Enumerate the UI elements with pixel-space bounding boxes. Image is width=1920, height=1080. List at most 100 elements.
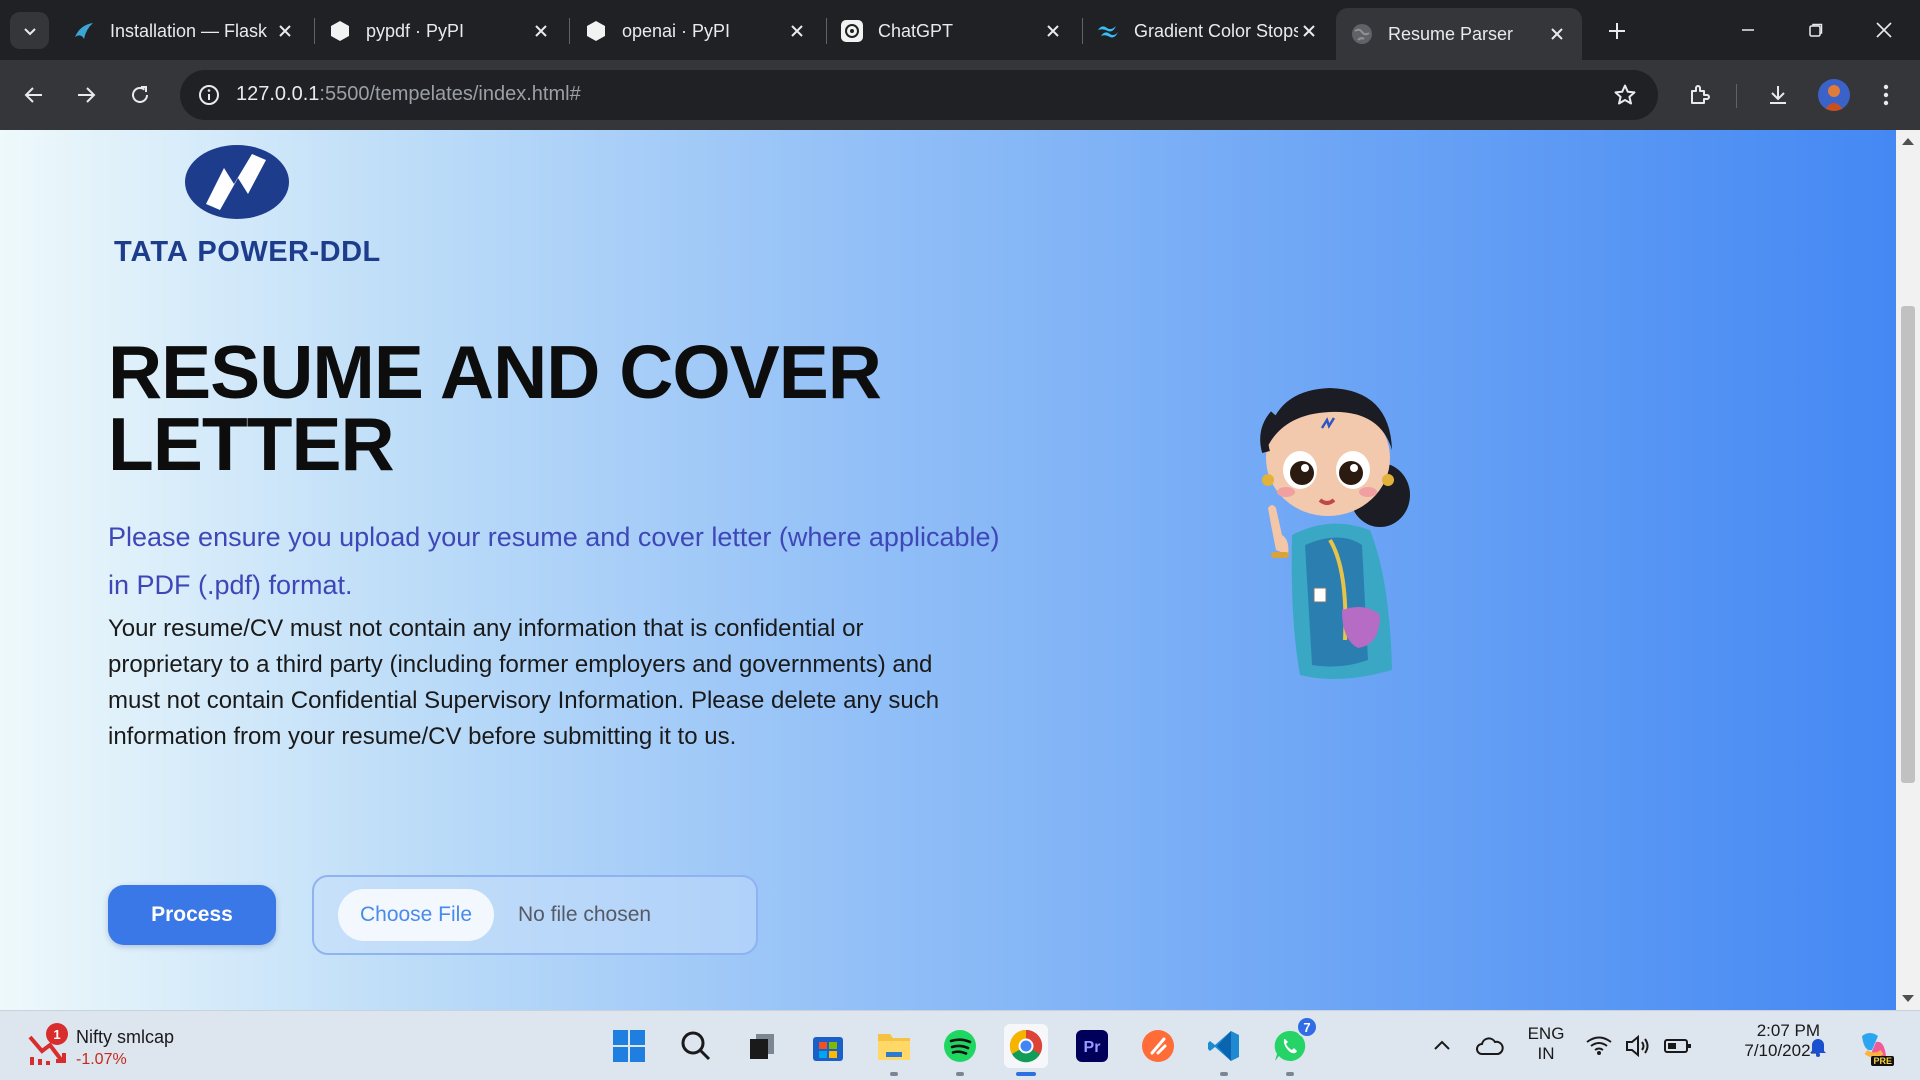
reload-button[interactable] [122,77,158,113]
browser-toolbar: 127.0.0.1:5500/tempelates/index.html# [0,60,1920,130]
widget-title: Nifty smlcap [76,1027,175,1047]
onedrive-button[interactable] [1468,1024,1512,1068]
bell-icon [1810,1039,1826,1057]
logo-brand-rest: POWER-DDL [197,236,381,268]
whatsapp-button[interactable]: 7 [1268,1016,1318,1076]
notifications-button[interactable] [1796,1024,1840,1068]
pdf-format-notice: Please ensure you upload your resume and… [108,522,1000,600]
restore-button[interactable] [1796,12,1836,48]
status-icons [1586,1034,1691,1058]
postman-icon [1142,1030,1174,1062]
tab-title: ChatGPT [878,20,954,41]
puzzle-icon [1691,85,1710,104]
flask-icon [72,19,96,43]
menu-button[interactable] [1868,77,1904,113]
search-button[interactable] [674,1024,718,1068]
vscode-icon [1208,1031,1239,1061]
tab-search-button[interactable] [10,12,49,49]
page-content: TATA POWER-DDL RESUME AND COVER LETTER P… [0,130,1896,1010]
close-tab-icon[interactable] [1042,20,1064,42]
market-widget[interactable]: 1 Nifty smlcap -1.07% [24,1023,264,1071]
svg-text:Pr: Pr [1084,1039,1101,1056]
close-icon [1876,22,1892,38]
back-button[interactable] [16,77,52,113]
avatar-icon [1824,85,1844,111]
close-tab-icon[interactable] [1298,20,1320,42]
page-scrollbar[interactable] [1896,130,1920,1010]
plus-icon [1609,23,1625,39]
tab-openai[interactable]: openai · PyPI [570,8,822,54]
network-volume-battery[interactable] [1580,1024,1700,1068]
extensions-button[interactable] [1682,77,1718,113]
tab-pypdf[interactable]: pypdf · PyPI [314,8,566,54]
tailwind-icon [1096,19,1120,43]
scroll-down-arrow-icon[interactable] [1902,995,1914,1002]
postman-button[interactable] [1136,1024,1180,1068]
close-tab-icon[interactable] [1546,23,1568,45]
windows-taskbar: 1 Nifty smlcap -1.07% Pr 7 ENG IN 2:07 P… [0,1010,1920,1080]
downloads-button[interactable] [1760,77,1796,113]
widget-badge: 1 [46,1023,68,1045]
close-tab-icon[interactable] [786,20,808,42]
confidentiality-notice: Your resume/CV must not contain any info… [108,615,940,750]
copilot-button[interactable]: PRE [1852,1024,1896,1068]
language-code: ENG [1527,1024,1565,1043]
tab-strip: Installation — Flask pypdf · PyPI openai… [0,0,1920,60]
premiere-pro-icon: Pr [1076,1030,1108,1062]
store-icon [813,1037,843,1061]
close-window-button[interactable] [1864,12,1904,48]
url-host: 127.0.0.1 [236,83,320,105]
close-tab-icon[interactable] [530,20,552,42]
pypi-icon [328,19,352,43]
show-hidden-icons-button[interactable] [1420,1024,1464,1068]
premiere-pro-button[interactable]: Pr [1070,1024,1114,1068]
logo-brand-bold: TATA [114,236,189,268]
start-button[interactable] [607,1024,651,1068]
download-icon [1770,86,1786,104]
spotify-button[interactable] [938,1024,982,1076]
page-title: RESUME AND COVER LETTER [108,330,882,486]
address-bar[interactable]: 127.0.0.1:5500/tempelates/index.html# [180,70,1658,120]
logo-text: TATA POWER-DDL [114,236,381,269]
tab-resume-parser[interactable]: Resume Parser [1336,8,1582,60]
forward-button[interactable] [68,77,104,113]
url-text[interactable]: 127.0.0.1:5500/tempelates/index.html# [236,83,581,106]
reload-icon [132,86,148,103]
scroll-up-arrow-icon[interactable] [1902,138,1914,145]
region-code: IN [1537,1044,1555,1063]
microsoft-store-button[interactable] [806,1024,850,1068]
site-info-icon[interactable] [194,80,224,110]
tab-title: openai · PyPI [622,20,731,41]
tab-title: Gradient Color Stops [1134,20,1298,41]
profile-avatar[interactable] [1818,79,1850,111]
tab-flask[interactable]: Installation — Flask [58,8,310,54]
minimize-button[interactable] [1728,12,1768,48]
pypi-icon [584,19,608,43]
arrow-right-icon [78,87,96,103]
close-tab-icon[interactable] [274,20,296,42]
restore-icon [1809,23,1823,37]
file-status-text: No file chosen [518,903,652,926]
process-button[interactable]: Process [108,885,276,945]
file-explorer-button[interactable] [872,1024,916,1076]
scrollbar-thumb[interactable] [1901,306,1915,783]
mascot-illustration [1260,388,1410,679]
arrow-left-icon [24,87,42,103]
file-upload-field[interactable]: Choose File No file chosen [312,875,758,955]
tab-title: pypdf · PyPI [366,20,465,41]
chrome-button[interactable] [1004,1024,1048,1076]
windows-icon [613,1030,645,1062]
vscode-button[interactable] [1202,1024,1246,1076]
chatgpt-icon [840,19,864,43]
widget-value: -1.07% [76,1051,127,1068]
tab-chatgpt[interactable]: ChatGPT [826,8,1078,54]
tab-gradient[interactable]: Gradient Color Stops [1082,8,1334,54]
new-tab-button[interactable] [1600,14,1634,48]
search-icon [681,1031,711,1061]
choose-file-button[interactable]: Choose File [338,889,494,941]
bookmark-star-icon[interactable] [1610,80,1640,110]
globe-icon [1350,22,1374,46]
language-indicator[interactable]: ENG IN [1524,1024,1568,1064]
task-view-button[interactable] [740,1024,784,1068]
tab-title: Installation — Flask [110,20,268,41]
